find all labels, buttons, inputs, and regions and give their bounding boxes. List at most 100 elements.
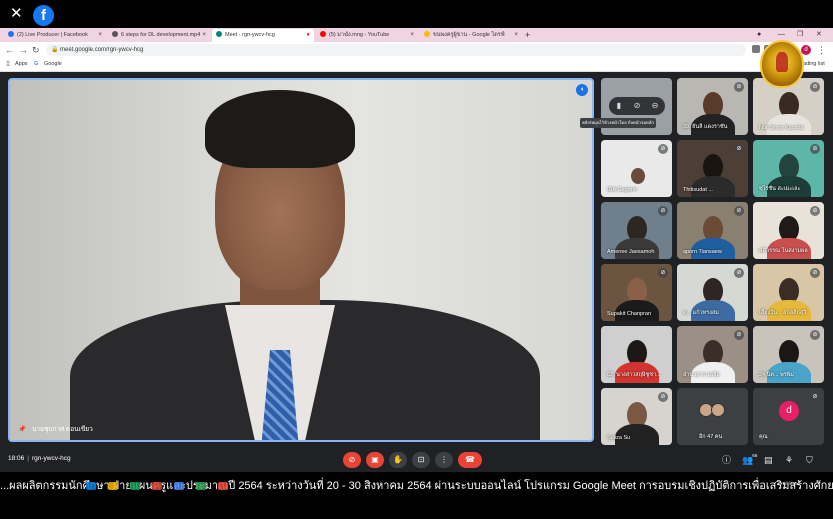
participant-name: ซุไร่ชัน สะเมะเละ: [759, 186, 801, 192]
participant-name: Supakit Chanpran: [607, 311, 652, 317]
participant-name: Amenee Jaesamoh: [607, 249, 655, 255]
maximize-icon[interactable]: ❐: [797, 28, 803, 42]
participant-tile[interactable]: ⊘ อำนวย ทามเจือ: [677, 326, 748, 383]
tab-close-icon[interactable]: ×: [514, 29, 518, 42]
tab-google-meet[interactable]: Meet - rgn-ywcv-hcg ●: [212, 29, 314, 42]
more-participants-count: อีก 47 คน: [699, 434, 723, 440]
participant-tile[interactable]: ⊘ Thitisudat ...: [677, 140, 748, 197]
forward-icon[interactable]: →: [19, 44, 28, 56]
close-icon[interactable]: ✕: [10, 6, 23, 21]
taskbar-app-icon[interactable]: [108, 482, 118, 490]
profile-avatar[interactable]: d: [801, 45, 811, 55]
meeting-details-icon[interactable]: ⓘ: [722, 454, 731, 466]
mic-off-icon: ⊘: [658, 206, 668, 216]
window-close-icon[interactable]: ✕: [816, 28, 822, 42]
recording-dot-icon[interactable]: ●: [306, 29, 310, 42]
leave-call-button[interactable]: ☎: [458, 452, 482, 468]
tab-dl-video[interactable]: 6 steps for DL development.mp4 ×: [108, 29, 210, 42]
mic-off-icon: ⊘: [734, 330, 744, 340]
tab-facebook-live-producer[interactable]: (2) Live Producer | Facebook ×: [4, 29, 106, 42]
mic-off-icon: ⊘: [810, 392, 820, 402]
self-tile[interactable]: d ⊘ คุณ: [753, 388, 824, 445]
meet-favicon-icon: [216, 31, 222, 37]
participant-tile[interactable]: ⊘ IDA Gagonn: [601, 140, 672, 197]
facebook-logo-icon[interactable]: f: [33, 5, 54, 26]
more-participants-tile[interactable]: อีก 47 คน: [677, 388, 748, 445]
participant-grid: ⊘ 39. ยันลี แดงราชัน ⊘ Nur Sinoo Kucoda …: [601, 78, 827, 445]
extension-icon[interactable]: [752, 45, 760, 53]
participant-tile[interactable]: ⊘ ซุไร่ชัน สะเมะเละ: [753, 140, 824, 197]
browser-chrome: (2) Live Producer | Facebook × 6 steps fo…: [0, 28, 833, 72]
taskbar-app-icon[interactable]: [152, 482, 162, 490]
participant-face: [631, 168, 645, 184]
host-controls-icon[interactable]: ⛉: [806, 454, 813, 466]
tab-youtube[interactable]: (5) มาฆัง.mng - YouTube ×: [316, 29, 418, 42]
tooltip: คลิก/หมุนไว้ข้างหน้าโดย กับหน้าจอหลัก: [580, 118, 656, 128]
tab-search-icon[interactable]: ●: [757, 28, 761, 42]
taskbar-app-icon[interactable]: [218, 482, 228, 490]
tab-strip: (2) Live Producer | Facebook × 6 steps fo…: [0, 28, 833, 42]
tab-close-icon[interactable]: ×: [202, 29, 206, 42]
address-bar-row: ← → ↻ 🔒 meet.google.com/rgn-ywcv-hcg d ⋮: [0, 42, 833, 58]
chrome-menu-icon[interactable]: ⋮: [817, 44, 826, 56]
taskbar-app-icon[interactable]: [86, 482, 96, 490]
speaker-name-text: นายชุบกาศ ดอนเขียว: [32, 426, 93, 433]
taskbar-app-icon[interactable]: [130, 482, 140, 490]
facebook-favicon-icon: [8, 31, 14, 37]
participant-tile[interactable]: 62. นางสาวสฤษิชูชา...: [601, 326, 672, 383]
reload-icon[interactable]: ↻: [32, 44, 40, 56]
camera-toggle-button[interactable]: ▣: [366, 452, 384, 468]
participant-tile[interactable]: ⊘ aporn Tiansaew: [677, 202, 748, 259]
meet-stage: ◖ 📌 นายชุบกาศ ดอนเขียว ⊘ 39. ยันลี แดงราช…: [0, 72, 833, 448]
drive-favicon-icon: [424, 31, 430, 37]
tab-google-drive[interactable]: ขนพงครูผู้ขาน - Google ไดรฟ์ ×: [420, 29, 522, 42]
bookmark-google[interactable]: Google: [44, 58, 62, 71]
mic-toggle-button[interactable]: ⊘: [343, 452, 361, 468]
tab-close-icon[interactable]: ×: [410, 29, 414, 42]
tile-hover-controls: ▮ ⊘ ⊖: [609, 97, 665, 115]
mic-off-icon: ⊘: [810, 82, 820, 92]
mute-participant-icon[interactable]: ⊘: [631, 100, 643, 112]
tab-close-icon[interactable]: ×: [98, 29, 102, 42]
more-options-button[interactable]: ⋮: [435, 452, 453, 468]
people-icon[interactable]: 👥 66: [742, 453, 757, 466]
taskbar-app-icon[interactable]: [174, 482, 184, 490]
self-avatar: d: [779, 401, 799, 421]
participant-name: อำนวย ทามเจือ: [683, 372, 720, 378]
mic-off-icon: ⊘: [734, 82, 744, 92]
pin-icon: 📌: [18, 426, 27, 433]
apps-grid-icon[interactable]: ⣿: [6, 58, 10, 71]
participant-tile[interactable]: ⊘ Amenee Jaesamoh: [601, 202, 672, 259]
participant-tile[interactable]: ⊘ Suliza Su: [601, 388, 672, 445]
back-icon[interactable]: ←: [5, 44, 14, 56]
mic-off-icon: ⊘: [810, 268, 820, 278]
participant-name: Thitisudat ...: [683, 187, 713, 193]
participant-tile[interactable]: ⊘ 39. ยันลี แดงราชัน: [677, 78, 748, 135]
tab-label: (2) Live Producer | Facebook: [17, 32, 88, 38]
raise-hand-button[interactable]: ✋: [389, 452, 407, 468]
participant-name: aporn Tiansaew: [683, 249, 722, 255]
participant-tile[interactable]: ⊘ ต... แก้วทรงสม: [677, 264, 748, 321]
participant-tile[interactable]: ⊘ 24.นิต... พรพิม: [753, 326, 824, 383]
url-field[interactable]: 🔒 meet.google.com/rgn-ywcv-hcg: [46, 44, 746, 56]
chat-icon[interactable]: ▤: [764, 454, 773, 466]
activities-icon[interactable]: ⚘: [785, 454, 793, 466]
meeting-info: 18:06 | rgn-ywcv-hcg: [8, 455, 71, 462]
remove-participant-icon[interactable]: ⊖: [649, 100, 661, 112]
new-tab-button[interactable]: +: [525, 29, 530, 41]
participant-tile[interactable]: ⊘ ศดีวรรณ โนสงามผล: [753, 202, 824, 259]
tab-label: Meet - rgn-ywcv-hcg: [225, 32, 275, 38]
pin-tile-icon[interactable]: ▮: [613, 100, 625, 112]
present-screen-button[interactable]: ⊡: [412, 452, 430, 468]
bookmark-apps[interactable]: Apps: [15, 58, 28, 71]
participant-tile[interactable]: ⊘ เลี้ยงวิน... สกลลิกสุวิ: [753, 264, 824, 321]
participant-name: คุณ: [759, 434, 768, 440]
main-speaker-video[interactable]: ◖ 📌 นายชุบกาศ ดอนเขียว: [8, 78, 594, 442]
tab-label: ขนพงครูผู้ขาน - Google ไดรฟ์: [433, 32, 505, 38]
participant-name: Suliza Su: [607, 435, 631, 441]
taskbar-app-icon[interactable]: [196, 482, 206, 490]
tab-label: 6 steps for DL development.mp4: [121, 32, 201, 38]
participant-tile[interactable]: ⊘ Supakit Chanpran: [601, 264, 672, 321]
url-text: meet.google.com/rgn-ywcv-hcg: [60, 47, 144, 53]
participant-name: 62. นางสาวสฤษิชูชา...: [607, 372, 661, 378]
